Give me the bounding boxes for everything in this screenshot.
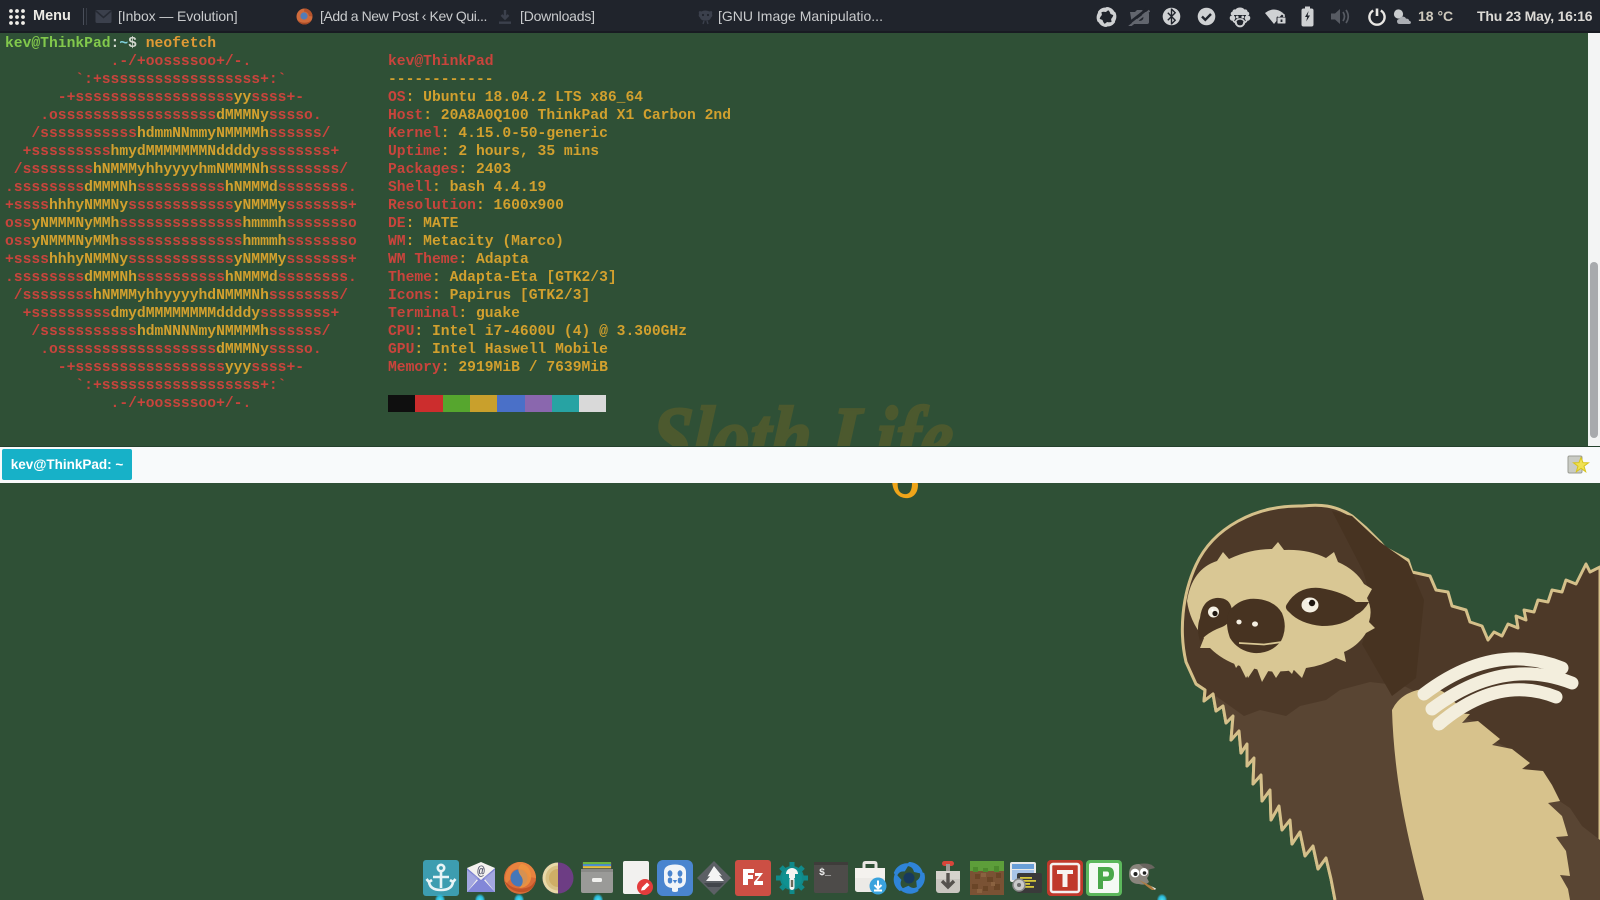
svg-text:@: @ (477, 864, 485, 879)
svg-text:$_: $_ (819, 867, 832, 879)
